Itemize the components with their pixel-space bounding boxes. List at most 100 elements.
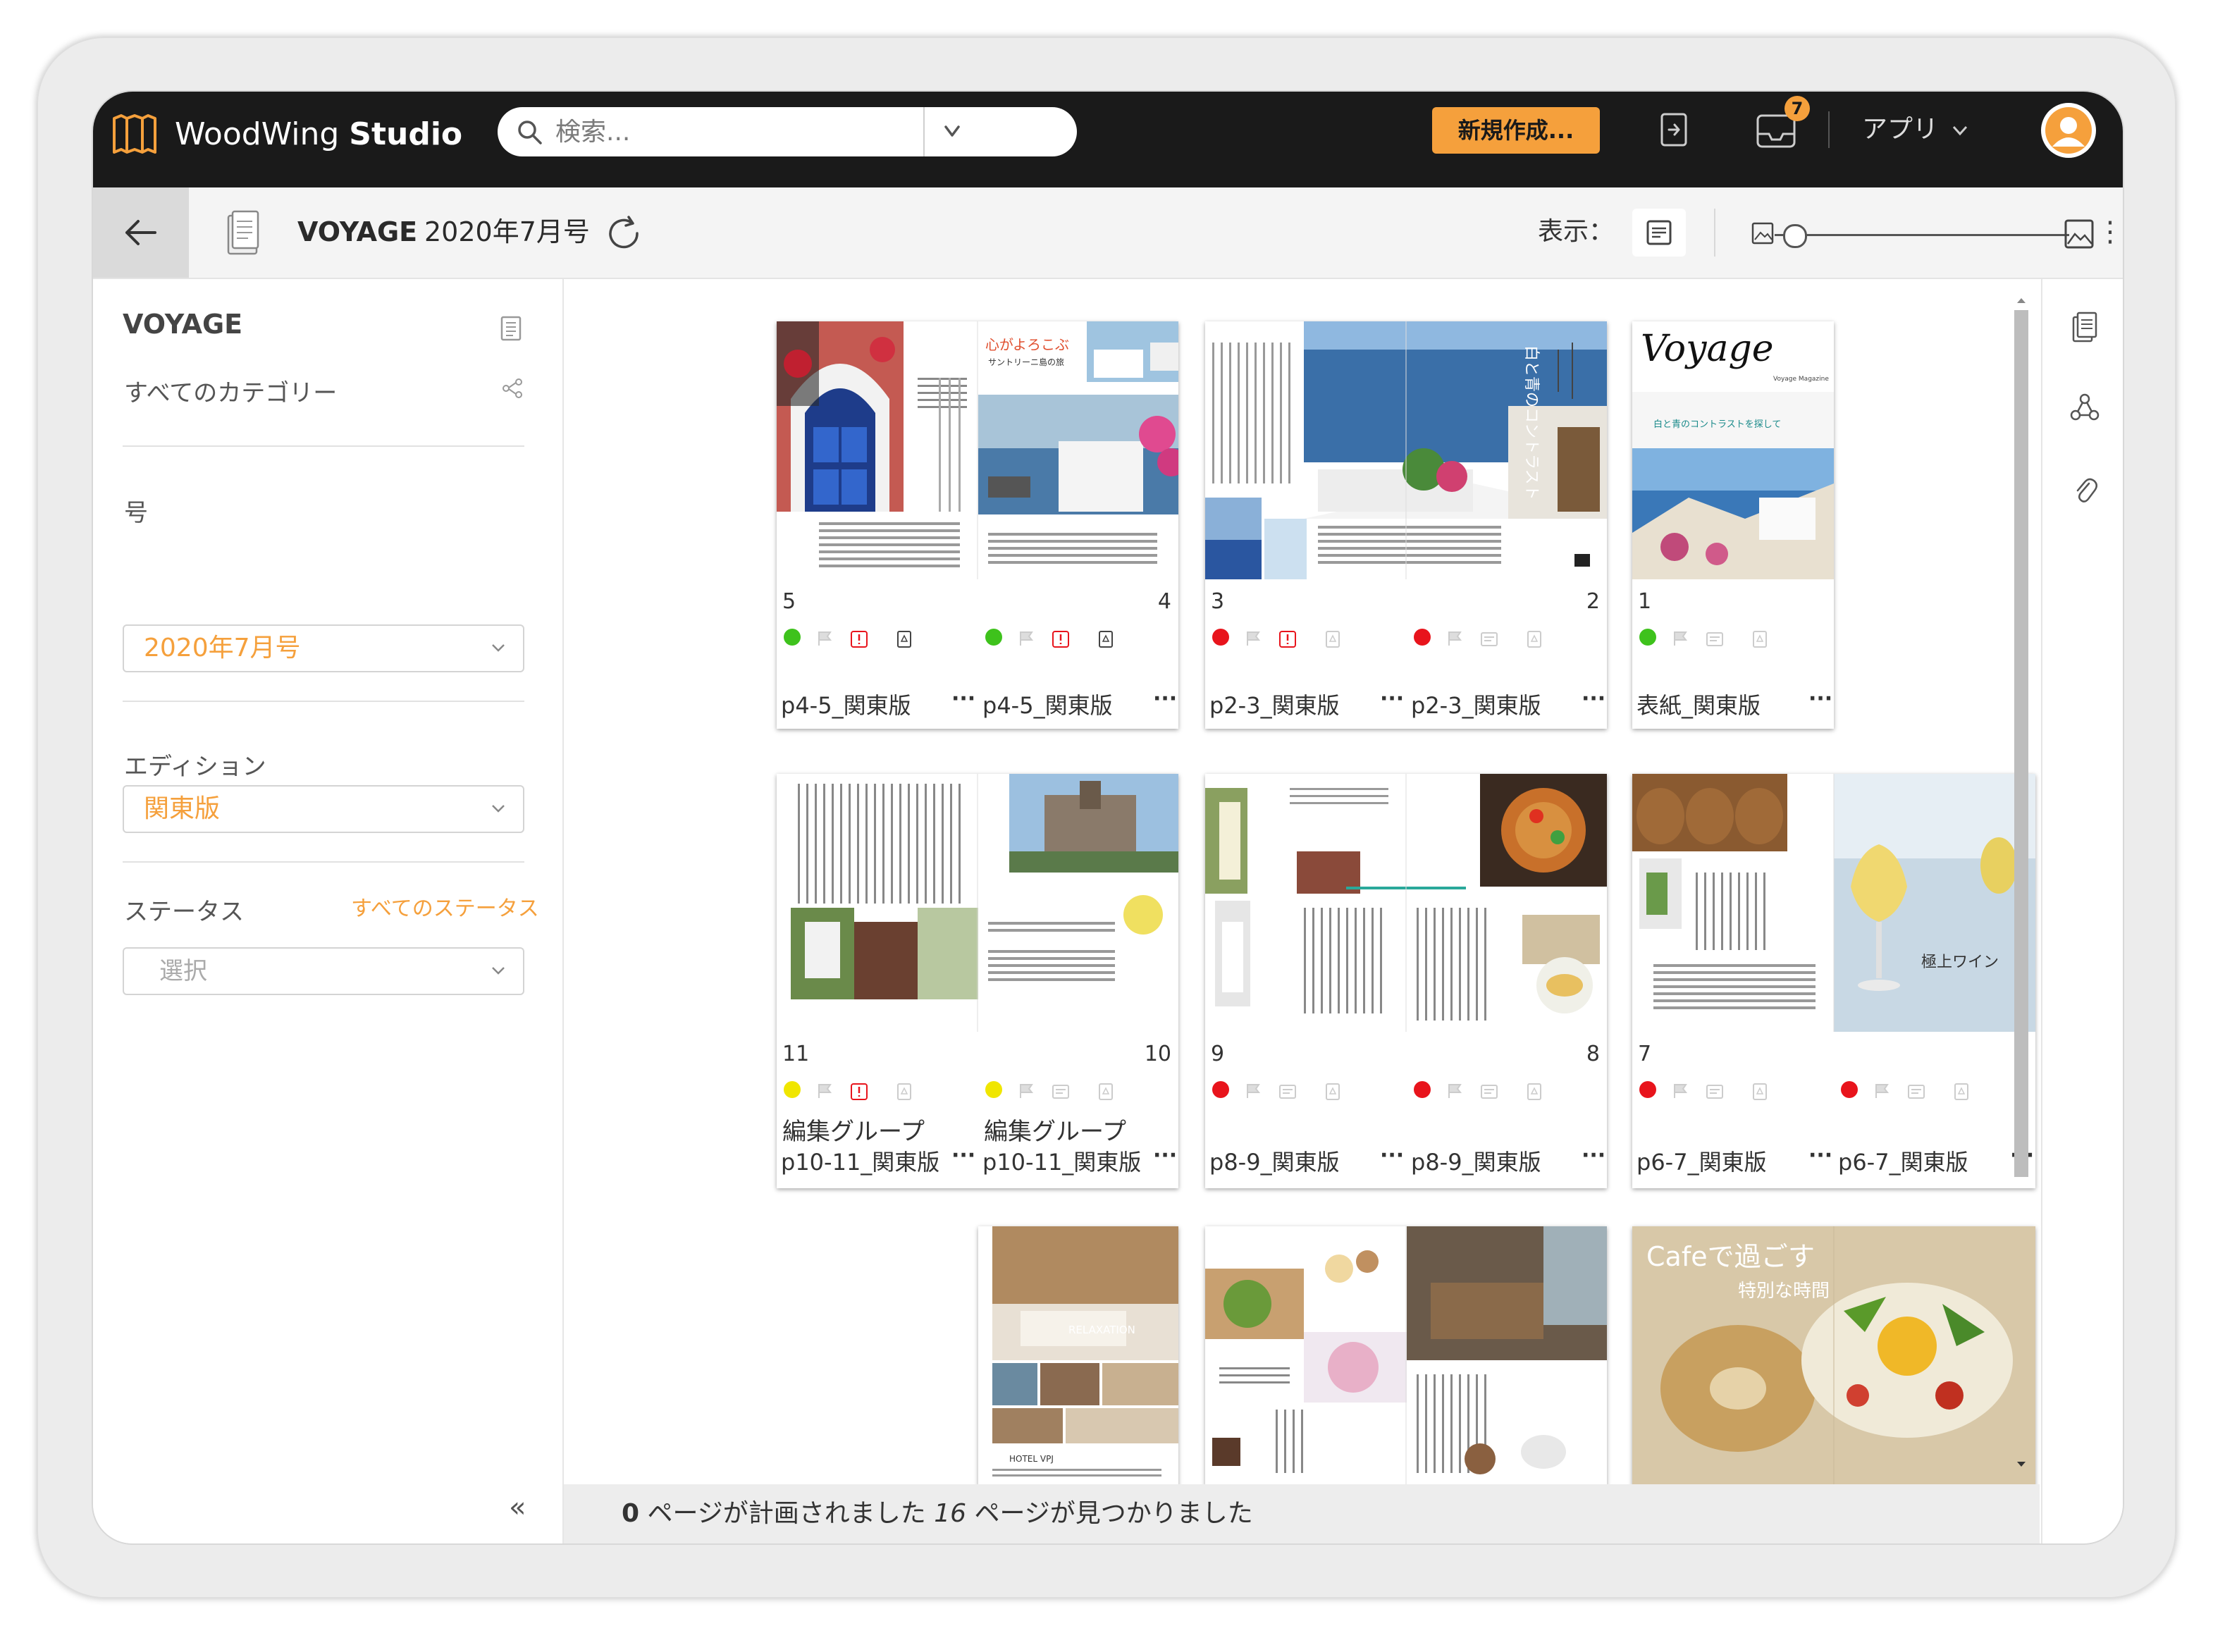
page-thumbnail[interactable]: RELAXATION HOTEL VPJ [978,1226,1178,1484]
more-menu-icon[interactable]: ··· [1582,1143,1605,1168]
pdf-icon[interactable] [1097,630,1115,648]
pdf-icon[interactable] [1525,630,1543,648]
more-menu-icon[interactable]: ··· [1153,1143,1177,1168]
page-spread-card[interactable]: 極上ワイン 7 6 p6-7_関東版 ··· p6-7_関東版 ··· [1632,774,2035,1188]
network-icon[interactable] [2069,392,2100,423]
notes-icon[interactable] [1278,1083,1297,1101]
more-menu-icon[interactable]: ··· [1808,1143,1832,1168]
refresh-icon[interactable] [603,213,644,254]
scrollbar-thumb[interactable] [2014,310,2028,1177]
flag-icon[interactable] [1672,1083,1689,1099]
flag-icon[interactable] [1873,1083,1890,1099]
more-menu-icon[interactable]: ··· [1808,686,1832,711]
layout-name[interactable]: p2-3_関東版 [1209,688,1340,720]
warning-icon[interactable] [850,630,868,648]
page-thumbnail[interactable]: Cafeで過ごす 特別な時間 [1632,1226,2035,1484]
pdf-icon[interactable] [1525,1083,1543,1101]
view-toggle-button[interactable] [1632,209,1686,257]
more-menu-icon[interactable]: ··· [1380,1143,1404,1168]
warning-icon[interactable] [850,1083,868,1101]
zoom-slider-knob[interactable] [1783,224,1807,248]
more-menu-icon[interactable]: ··· [1153,686,1177,711]
pdf-icon[interactable] [1751,630,1769,648]
page-spread-card[interactable]: 心がよろこぶ サントリーニ島の旅 5 4 p4-5_関東版 ··· p4-5_関… [777,321,1178,729]
more-menu-icon[interactable]: ··· [1582,686,1605,711]
pdf-icon[interactable] [1324,630,1342,648]
page-thumbnail[interactable]: 極上ワイン [1632,774,2035,1032]
apps-menu[interactable]: アプリ [1862,110,1970,149]
layout-name[interactable]: p2-3_関東版 [1411,688,1541,720]
flag-icon[interactable] [1672,630,1689,647]
flag-icon[interactable] [1446,1083,1463,1099]
layout-name[interactable]: p10-11_関東版 [781,1145,939,1177]
page-spread-card[interactable] [1205,1226,1607,1487]
new-button[interactable]: 新規作成... [1432,107,1600,154]
notes-icon[interactable] [1706,1083,1724,1101]
pdf-icon[interactable] [1324,1083,1342,1101]
pdf-icon[interactable] [1097,1083,1115,1101]
notes-icon[interactable] [1052,1083,1070,1101]
pdf-icon[interactable] [895,630,913,648]
warning-icon[interactable] [1278,630,1297,648]
page-spread-card[interactable]: 白と青のコントラスト 3 2 p2-3_関東版 ··· p2-3_関東版 ··· [1205,321,1607,729]
search-input[interactable] [554,113,909,151]
page-thumbnail[interactable] [1205,774,1607,1032]
warning-icon[interactable] [1052,630,1070,648]
user-avatar[interactable] [2041,103,2096,158]
scroll-down-icon[interactable] [2016,1460,2027,1469]
flag-icon[interactable] [816,1083,833,1099]
page-thumbnail[interactable]: 白と青のコントラスト [1205,321,1607,579]
layout-name[interactable]: p8-9_関東版 [1411,1145,1541,1177]
attachment-icon[interactable] [2072,474,2097,507]
image-large-icon[interactable] [2064,218,2095,249]
status-select[interactable]: 選択 [123,947,524,995]
flag-icon[interactable] [1018,630,1035,647]
issue-select[interactable]: 2020年7月号 [123,624,524,672]
flag-icon[interactable] [816,630,833,647]
zoom-slider-track[interactable] [1775,234,2069,236]
pdf-icon[interactable] [1751,1083,1769,1101]
back-button[interactable] [93,187,189,278]
layout-name[interactable]: p8-9_関東版 [1209,1145,1340,1177]
pdf-icon[interactable] [1952,1083,1971,1101]
flag-icon[interactable] [1245,1083,1262,1099]
layout-name[interactable]: p6-7_関東版 [1636,1145,1767,1177]
more-options-icon[interactable]: ⋮ [2096,216,2123,248]
notes-icon[interactable] [1480,1083,1498,1101]
edition-select[interactable]: 関東版 [123,785,524,833]
page-spread-card[interactable]: 9 8 p8-9_関東版 ··· p8-9_関東版 ··· [1205,774,1607,1188]
flag-icon[interactable] [1446,630,1463,647]
notes-icon[interactable] [1706,630,1724,648]
layout-name[interactable]: p4-5_関東版 [982,688,1113,720]
more-menu-icon[interactable]: ··· [1380,686,1404,711]
brand-document-icon[interactable] [500,316,522,341]
notes-icon[interactable] [1480,630,1498,648]
category-filter[interactable]: すべてのカテゴリー [124,374,337,408]
scroll-up-icon[interactable] [2016,296,2027,304]
more-menu-icon[interactable]: ··· [951,686,975,711]
layout-name[interactable]: 表紙_関東版 [1636,688,1761,720]
export-icon[interactable] [1659,111,1690,149]
page-thumbnail[interactable]: Voyage Voyage Magazine 白と青のコントラストを探して [1632,321,1834,579]
all-status-link[interactable]: すべてのステータス [351,891,539,922]
layout-name[interactable]: p4-5_関東版 [781,688,911,720]
collapse-sidebar-icon[interactable]: « [509,1491,526,1524]
page-thumbnail[interactable] [777,774,1178,1032]
page-thumbnail[interactable]: 心がよろこぶ サントリーニ島の旅 [777,321,1178,579]
app-brand[interactable]: WoodWing Studio [175,111,462,158]
chevron-down-icon[interactable] [942,116,963,148]
flag-icon[interactable] [1018,1083,1035,1099]
image-small-icon[interactable] [1751,221,1775,245]
pdf-icon[interactable] [895,1083,913,1101]
page-card[interactable]: RELAXATION HOTEL VPJ [978,1226,1178,1487]
layout-name[interactable]: p6-7_関東版 [1838,1145,1968,1177]
pages-icon[interactable] [2071,310,2099,344]
page-spread-card[interactable]: 11 10 編集グループ 編集グループ p10-11_関東版 ··· p10-1… [777,774,1178,1188]
notes-icon[interactable] [1907,1083,1925,1101]
more-menu-icon[interactable]: ··· [951,1143,975,1168]
flag-icon[interactable] [1245,630,1262,647]
layout-name[interactable]: p10-11_関東版 [982,1145,1141,1177]
page-card[interactable]: Voyage Voyage Magazine 白と青のコントラストを探して 1 [1632,321,1834,729]
page-thumbnail[interactable] [1205,1226,1607,1484]
page-spread-card[interactable]: Cafeで過ごす 特別な時間 [1632,1226,2035,1487]
